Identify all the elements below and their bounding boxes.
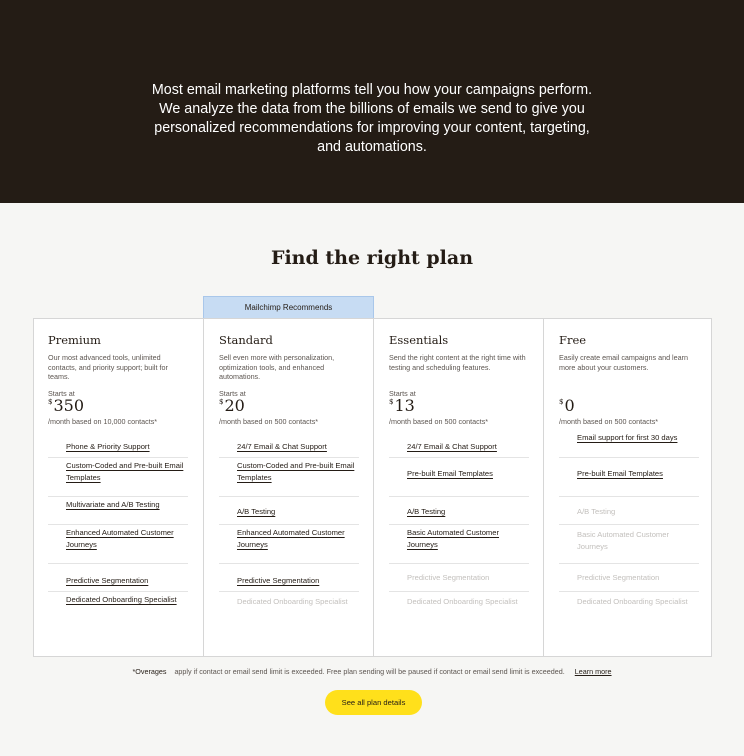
plan-description: Sell even more with personalization, opt… [219, 353, 335, 382]
plan-description: Easily create email campaigns and learn … [559, 353, 689, 372]
feature-item-included[interactable]: Basic Automated Customer Journeys [389, 525, 529, 564]
plan-description: Our most advanced tools, unlimited conta… [48, 353, 168, 382]
feature-label: Dedicated Onboarding Specialist [577, 597, 688, 606]
feature-item-included[interactable]: Enhanced Automated Customer Journeys [219, 525, 359, 564]
price-basis: /month based on 10,000 contacts* [48, 417, 158, 426]
feature-item-included[interactable]: Email support for first 30 days [559, 430, 699, 458]
recommended-badge: Mailchimp Recommends [203, 296, 374, 318]
feature-item-included[interactable]: Custom-Coded and Pre-built Email Templat… [48, 458, 188, 497]
feature-label: Predictive Segmentation [577, 573, 660, 582]
feature-item-included[interactable]: A/B Testing [219, 497, 359, 525]
currency-symbol: $ [389, 398, 394, 406]
feature-list: 24/7 Email & Chat Support Custom-Coded an… [219, 430, 359, 623]
plans-title: Find the right plan [270, 247, 474, 269]
feature-label: Dedicated Onboarding Specialist [66, 595, 177, 604]
overages-note: *Overages apply if contact or email send… [0, 667, 744, 676]
plan-card-standard: Standard Sell even more with personalizat… [203, 318, 373, 657]
feature-item-excluded: Dedicated Onboarding Specialist [559, 592, 699, 623]
feature-item-excluded: Dedicated Onboarding Specialist [389, 592, 529, 623]
currency-symbol: $ [559, 398, 564, 406]
hero-banner: Most email marketing platforms tell you … [0, 0, 744, 203]
currency-symbol: $ [219, 398, 224, 406]
price-basis: /month based on 500 contacts* [559, 417, 659, 426]
price-amount: 350 [53, 396, 85, 415]
feature-item-included[interactable]: 24/7 Email & Chat Support [219, 430, 359, 458]
feature-item-included[interactable]: Predictive Segmentation [219, 564, 359, 592]
feature-label: 24/7 Email & Chat Support [407, 442, 497, 451]
currency-symbol: $ [48, 398, 53, 406]
overages-text: apply if contact or email send limit is … [174, 667, 565, 676]
plan-price: $350 [48, 396, 84, 415]
feature-item-included[interactable]: 24/7 Email & Chat Support [389, 430, 529, 458]
hero-text: Most email marketing platforms tell you … [151, 82, 593, 155]
feature-item-included[interactable]: Phone & Priority Support [48, 430, 188, 458]
feature-item-included[interactable]: Dedicated Onboarding Specialist [48, 592, 188, 623]
plan-card-premium: Premium Our most advanced tools, unlimite… [33, 318, 203, 657]
price-basis: /month based on 500 contacts* [219, 417, 319, 426]
feature-label: Email support for first 30 days [577, 433, 678, 442]
feature-item-excluded: Dedicated Onboarding Specialist [219, 592, 359, 623]
learn-more-link[interactable]: Learn more [575, 667, 612, 676]
price-amount: 0 [564, 396, 575, 415]
feature-item-excluded: Basic Automated Customer Journeys [559, 525, 699, 564]
feature-label: Multivariate and A/B Testing [66, 500, 160, 509]
feature-item-included[interactable]: A/B Testing [389, 497, 529, 525]
plan-name: Free [559, 333, 587, 347]
plan-price: $20 [219, 396, 245, 415]
feature-label: Predictive Segmentation [407, 573, 490, 582]
feature-label: Custom-Coded and Pre-built Email Templat… [66, 461, 184, 482]
plan-card-essentials: Essentials Send the right content at the … [373, 318, 543, 657]
feature-label: A/B Testing [237, 507, 276, 516]
feature-label: Pre-built Email Templates [577, 469, 663, 478]
feature-label: A/B Testing [407, 507, 446, 516]
feature-label: Predictive Segmentation [66, 576, 149, 585]
plan-description: Send the right content at the right time… [389, 353, 526, 372]
feature-list: Phone & Priority Support Custom-Coded and… [48, 430, 188, 623]
feature-label: Dedicated Onboarding Specialist [407, 597, 518, 606]
price-basis: /month based on 500 contacts* [389, 417, 489, 426]
plan-name: Standard [219, 333, 273, 347]
feature-list: 24/7 Email & Chat Support Pre-built Email… [389, 430, 529, 623]
feature-item-excluded: A/B Testing [559, 497, 699, 525]
feature-label: Pre-built Email Templates [407, 469, 493, 478]
feature-label: 24/7 Email & Chat Support [237, 442, 327, 451]
plan-card-free: Free Easily create email campaigns and le… [543, 318, 712, 657]
plan-name: Essentials [389, 333, 449, 347]
feature-label: Predictive Segmentation [237, 576, 320, 585]
feature-item-included[interactable]: Enhanced Automated Customer Journeys [48, 525, 188, 564]
plan-name: Premium [48, 333, 101, 347]
feature-item-included[interactable]: Custom-Coded and Pre-built Email Templat… [219, 458, 359, 497]
price-amount: 20 [224, 396, 245, 415]
plan-price: $13 [389, 396, 415, 415]
see-all-plan-details-button[interactable]: See all plan details [325, 690, 422, 715]
feature-item-excluded: Predictive Segmentation [389, 564, 529, 592]
feature-label: A/B Testing [577, 507, 616, 516]
price-amount: 13 [394, 396, 415, 415]
feature-label: Enhanced Automated Customer Journeys [237, 528, 345, 549]
feature-label: Phone & Priority Support [66, 442, 150, 451]
plan-price: $0 [559, 396, 575, 415]
feature-item-included[interactable]: Predictive Segmentation [48, 564, 188, 592]
feature-item-included[interactable]: Pre-built Email Templates [559, 458, 699, 497]
feature-item-included[interactable]: Multivariate and A/B Testing [48, 497, 188, 525]
feature-label: Custom-Coded and Pre-built Email Templat… [237, 461, 355, 482]
feature-label: Basic Automated Customer Journeys [577, 530, 670, 551]
overages-label: *Overages [132, 667, 167, 676]
feature-label: Basic Automated Customer Journeys [407, 528, 500, 549]
feature-list: Email support for first 30 days Pre-built… [559, 430, 699, 623]
feature-label: Enhanced Automated Customer Journeys [66, 528, 174, 549]
feature-item-excluded: Predictive Segmentation [559, 564, 699, 592]
feature-item-included[interactable]: Pre-built Email Templates [389, 458, 529, 497]
feature-label: Dedicated Onboarding Specialist [237, 597, 348, 606]
